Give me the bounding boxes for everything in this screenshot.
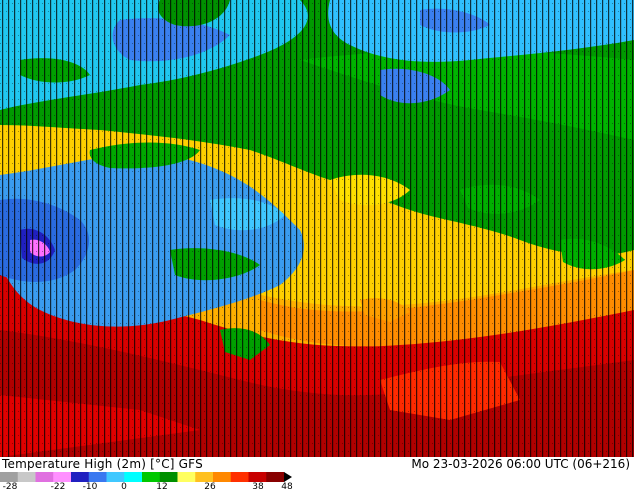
legend-tick: 26	[204, 482, 216, 492]
map-title: Temperature High (2m) [°C] GFS	[2, 457, 203, 471]
legend-color-segment	[0, 472, 19, 482]
legend-color-segment	[248, 472, 267, 482]
legend-tick: 48	[281, 482, 293, 492]
legend-color-segment	[142, 472, 161, 482]
map-datetime: Mo 23-03-2026 06:00 UTC (06+216)	[411, 457, 630, 471]
legend-color-segment	[266, 472, 285, 482]
color-legend-bar	[0, 472, 292, 482]
legend-tick: 12	[156, 482, 168, 492]
map-canvas	[0, 0, 634, 457]
legend-tick: 0	[121, 482, 127, 492]
legend-color-segment	[213, 472, 232, 482]
legend-tick: -28	[2, 482, 18, 492]
legend-color-segment	[17, 472, 36, 482]
legend-color-segment	[53, 472, 72, 482]
legend-color-segment	[159, 472, 178, 482]
legend-color-segment	[106, 472, 125, 482]
legend-tick: 38	[252, 482, 264, 492]
legend-color-segment	[88, 472, 107, 482]
legend-tick: -22	[50, 482, 66, 492]
legend-color-segment	[230, 472, 249, 482]
legend-arrow-icon	[284, 472, 292, 482]
legend-color-segment	[195, 472, 214, 482]
map-footer: Temperature High (2m) [°C] GFS Mo 23-03-…	[0, 457, 634, 492]
legend-color-segment	[177, 472, 196, 482]
temperature-map[interactable]	[0, 0, 634, 457]
legend-color-segment	[71, 472, 90, 482]
legend-color-segment	[124, 472, 143, 482]
legend-tick: -10	[82, 482, 98, 492]
legend-color-segment	[35, 472, 54, 482]
